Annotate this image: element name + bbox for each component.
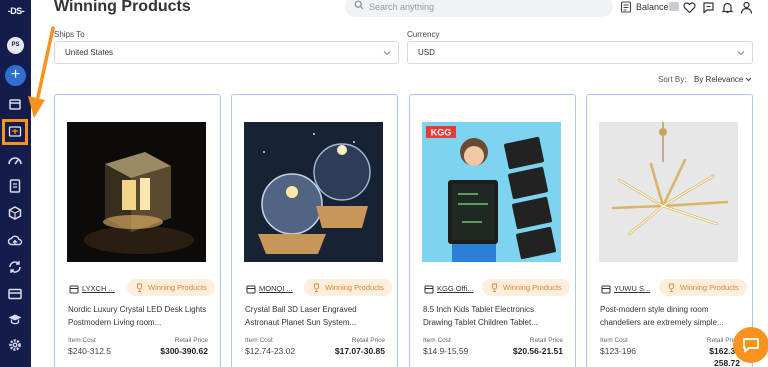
search-icon <box>354 0 364 10</box>
badge-label: Winning Products <box>325 283 384 292</box>
currency-value: USD <box>418 48 435 57</box>
store-name[interactable]: YUWU S... <box>614 284 652 293</box>
store-icon <box>424 285 434 294</box>
product-card[interactable]: MONQI ... Winning Products Crystal Ball … <box>231 94 398 367</box>
item-cost-value: $240-312.5 <box>68 346 112 356</box>
box-icon[interactable] <box>7 205 23 221</box>
product-title[interactable]: Post-modern style dining room chandelier… <box>600 303 742 329</box>
page-title: Winning Products <box>54 0 191 15</box>
dashboard-icon[interactable] <box>7 152 23 168</box>
chevron-down-icon <box>383 51 391 56</box>
product-title[interactable]: Crystal Ball 3D Laser Engraved Astronaut… <box>245 303 387 329</box>
balance-value <box>669 2 679 11</box>
store-icon <box>246 285 256 294</box>
support-chat-button[interactable] <box>733 327 768 363</box>
retail-price-label: Retail Price <box>529 337 563 344</box>
item-cost-label: Item Cost <box>423 337 451 344</box>
heart-icon[interactable] <box>683 1 696 14</box>
chevron-down-icon[interactable] <box>745 76 752 83</box>
winning-badge: Winning Products <box>482 279 570 296</box>
store-name[interactable]: MONQI ... <box>259 284 297 293</box>
store-icon <box>601 285 611 294</box>
chat-bubble-icon <box>743 338 759 353</box>
retail-price-value-continued: 258.72 <box>714 358 740 367</box>
trophy-icon <box>314 283 319 292</box>
product-image[interactable] <box>244 122 383 262</box>
retail-price-value: $300-390.62 <box>160 346 208 356</box>
balance-label: Balance: <box>636 2 672 12</box>
item-cost-value: $12.74-23.02 <box>245 346 296 356</box>
retail-price-label: Retail Price <box>351 337 385 344</box>
store-name[interactable]: LYXCH ... <box>82 284 120 293</box>
item-cost-value: $123-196 <box>600 346 636 356</box>
sort-label: Sort By: <box>658 75 687 84</box>
store-icon[interactable] <box>7 96 23 112</box>
product-card[interactable]: KGG KGG Offi... Winning Products 8.5 Inc… <box>409 94 576 367</box>
bell-icon[interactable] <box>721 1 734 14</box>
ships-to-value: United States <box>65 48 114 57</box>
winning-badge: Winning Products <box>304 279 392 296</box>
product-card[interactable]: LYXCH ... Winning Products Nordic Luxury… <box>54 94 221 367</box>
add-icon[interactable]: + <box>5 65 26 86</box>
ships-to-select[interactable]: United States <box>54 41 399 64</box>
retail-price-label: Retail Price <box>174 337 208 344</box>
product-image[interactable]: KGG <box>422 122 561 262</box>
currency-select[interactable]: USD <box>407 41 753 64</box>
chevron-down-icon <box>737 51 745 56</box>
item-cost-label: Item Cost <box>68 337 96 344</box>
item-cost-value: $14.9-15.59 <box>423 346 469 356</box>
product-image[interactable] <box>67 122 206 262</box>
search-input[interactable] <box>369 0 604 17</box>
sidebar: -DS- PS + <box>0 0 31 367</box>
winning-badge: Winning Products <box>127 279 215 296</box>
ships-to-label: Ships To <box>54 30 85 39</box>
cloud-upload-icon[interactable] <box>7 232 23 248</box>
user-icon[interactable] <box>740 1 753 14</box>
app-logo[interactable]: -DS- <box>3 6 29 18</box>
badge-label: Winning Products <box>680 283 739 292</box>
orders-icon[interactable] <box>7 178 23 194</box>
product-title[interactable]: Nordic Luxury Crystal LED Desk Lights Po… <box>68 303 210 329</box>
trophy-icon <box>137 283 142 292</box>
store-icon <box>69 285 79 294</box>
currency-label: Currency <box>407 30 440 39</box>
search-bar[interactable] <box>345 0 613 17</box>
product-title[interactable]: 8.5 Inch Kids Tablet Electronics Drawing… <box>423 303 565 329</box>
badge-label: Winning Products <box>503 283 562 292</box>
avatar[interactable]: PS <box>7 37 24 54</box>
sync-icon[interactable] <box>7 259 23 275</box>
learning-icon[interactable] <box>7 311 23 327</box>
kgg-logo-text: KGG <box>431 128 452 138</box>
sort-select[interactable]: By Relevance <box>694 75 743 84</box>
settings-icon[interactable] <box>7 337 23 353</box>
trophy-icon <box>492 283 497 292</box>
retail-price-value: $17.07-30.85 <box>334 346 385 356</box>
product-card[interactable]: YUWU S... Winning Products Post-modern s… <box>586 94 753 367</box>
wallet-icon <box>620 1 632 13</box>
product-image[interactable] <box>599 122 738 262</box>
retail-price-value: $20.56-21.51 <box>512 346 563 356</box>
item-cost-label: Item Cost <box>600 337 628 344</box>
winning-badge: Winning Products <box>659 279 747 296</box>
trophy-icon <box>669 283 674 292</box>
badge-label: Winning Products <box>148 283 207 292</box>
winning-products-icon[interactable] <box>2 119 28 145</box>
chat-icon[interactable] <box>702 1 715 14</box>
item-cost-label: Item Cost <box>245 337 273 344</box>
store-name[interactable]: KGG Offi... <box>437 284 475 293</box>
billing-icon[interactable] <box>7 286 23 302</box>
